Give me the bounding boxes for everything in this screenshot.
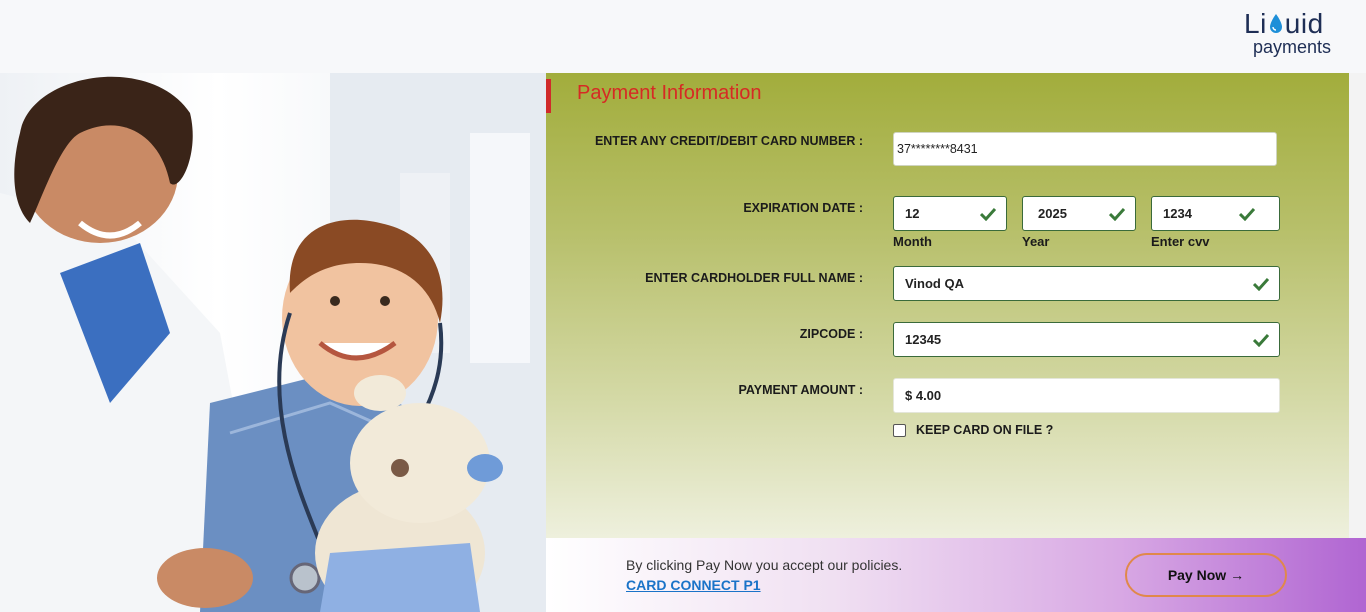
cardholder-name-input[interactable]: Vinod QA	[893, 266, 1280, 301]
cardholder-value: Vinod QA	[905, 276, 964, 291]
logo-text-left: Li	[1244, 8, 1267, 39]
zipcode-value: 12345	[905, 332, 942, 347]
policy-text: By clicking Pay Now you accept our polic…	[626, 557, 903, 573]
checkmark-icon	[979, 207, 997, 221]
keep-card-label: KEEP CARD ON FILE ?	[916, 423, 1054, 437]
keep-card-checkbox[interactable]	[893, 424, 906, 437]
logo-subtext: payments	[1252, 37, 1332, 57]
checkmark-icon	[1252, 277, 1270, 291]
cardholder-label: ENTER CARDHOLDER FULL NAME :	[645, 271, 863, 285]
top-header: Li uid payments	[0, 0, 1366, 73]
month-select[interactable]: 12	[893, 196, 1007, 231]
doctor-child-photo	[0, 73, 546, 612]
logo-text-right: uid	[1284, 8, 1324, 39]
scrollbar[interactable]	[1349, 73, 1366, 538]
month-caption: Month	[893, 234, 932, 249]
footer-bar: By clicking Pay Now you accept our polic…	[546, 538, 1366, 612]
water-drop-icon	[1268, 10, 1284, 33]
cvv-caption: Enter cvv	[1151, 234, 1210, 249]
cvv-value: 1234	[1163, 206, 1192, 221]
checkmark-icon	[1238, 207, 1256, 221]
cvv-input[interactable]: 1234	[1151, 196, 1280, 231]
payment-form-panel: Payment Information ENTER ANY CREDIT/DEB…	[546, 73, 1349, 538]
checkmark-icon	[1108, 207, 1126, 221]
pay-now-label: Pay Now	[1167, 567, 1227, 583]
card-number-value: 37********8431	[897, 142, 978, 156]
year-select[interactable]: 2025	[1022, 196, 1136, 231]
expiration-date-label: EXPIRATION DATE :	[743, 201, 863, 215]
payment-amount-input[interactable]: $ 4.00	[893, 378, 1280, 413]
liquid-payments-logo: Li uid payments	[1244, 8, 1340, 64]
zipcode-input[interactable]: 12345	[893, 322, 1280, 357]
card-number-label: ENTER ANY CREDIT/DEBIT CARD NUMBER :	[594, 134, 863, 148]
payment-amount-value: $ 4.00	[905, 388, 942, 403]
zipcode-label: ZIPCODE :	[799, 327, 863, 341]
card-number-input[interactable]: 37********8431	[893, 132, 1277, 166]
pay-now-button[interactable]: Pay Now →	[1125, 553, 1287, 597]
payment-amount-label: PAYMENT AMOUNT :	[738, 383, 863, 397]
policy-link[interactable]: CARD CONNECT P1	[626, 577, 761, 593]
arrow-right-icon: →	[1230, 567, 1245, 583]
section-title: Payment Information	[546, 79, 762, 113]
year-caption: Year	[1022, 234, 1050, 249]
checkmark-icon	[1252, 333, 1270, 347]
